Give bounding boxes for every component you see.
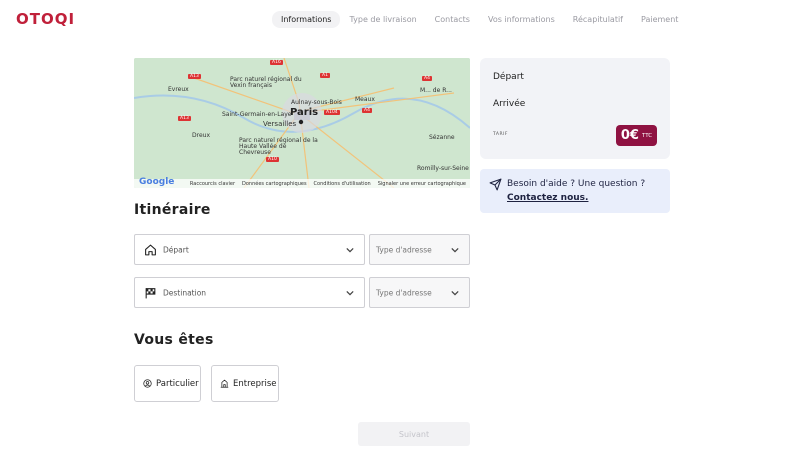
- map-label-aulnay: Aulnay-sous-Bois: [291, 99, 342, 106]
- destination-address-type-select[interactable]: Type d'adresse: [369, 277, 470, 308]
- map-label-evreux: Evreux: [168, 86, 189, 93]
- itinerary-title: Itinéraire: [134, 202, 211, 218]
- map-label-meaux: Meaux: [355, 96, 375, 103]
- home-icon: [145, 244, 156, 255]
- road-tag: A104: [324, 110, 340, 115]
- map-label-dreux: Dreux: [192, 132, 210, 139]
- road-tag: A4: [362, 108, 372, 113]
- road-tag: A10: [266, 157, 279, 162]
- depart-address-field[interactable]: Départ: [134, 234, 365, 265]
- person-icon: [143, 379, 152, 388]
- particulier-option[interactable]: Particulier: [134, 365, 201, 402]
- map-label-pnr-vexin: Parc naturel régional du Vexin français: [230, 76, 302, 89]
- road-tag: A16: [270, 60, 283, 65]
- chevron-down-icon[interactable]: [346, 246, 354, 254]
- map-label-versailles: Versailles: [263, 120, 297, 128]
- summary-tarif-label: TARIF: [493, 132, 509, 137]
- next-button[interactable]: Suivant: [358, 422, 470, 446]
- map-label-sezanne: Sézanne: [429, 134, 455, 141]
- summary-arrivee: Arrivée: [493, 99, 526, 109]
- otoqi-logo[interactable]: OTOQI: [16, 10, 75, 28]
- step-paiement[interactable]: Paiement: [632, 11, 687, 28]
- route-map[interactable]: Paris Versailles Evreux Dreux Saint-Germ…: [134, 58, 470, 188]
- contact-link[interactable]: Contactez nous.: [507, 193, 588, 203]
- destination-address-field[interactable]: Destination: [134, 277, 365, 308]
- step-type-livraison[interactable]: Type de livraison: [340, 11, 425, 28]
- vous-etes-title: Vous êtes: [134, 332, 214, 348]
- price-badge: 0€ TTC: [616, 125, 657, 146]
- map-report-link[interactable]: Signaler une erreur cartographique: [378, 181, 466, 187]
- road-tag: A13: [178, 116, 191, 121]
- chevron-down-icon[interactable]: [451, 289, 459, 297]
- step-informations[interactable]: Informations: [272, 11, 341, 28]
- road-tag: A13: [188, 74, 201, 79]
- map-data-link[interactable]: Données cartographiques: [242, 181, 307, 187]
- map-label-saint-germain: Saint-Germain-en-Laye: [222, 111, 292, 118]
- step-recapitulatif[interactable]: Récapitulatif: [564, 11, 632, 28]
- chevron-down-icon[interactable]: [346, 289, 354, 297]
- step-contacts[interactable]: Contacts: [426, 11, 479, 28]
- help-question: Besoin d'aide ? Une question ?: [507, 179, 646, 189]
- entreprise-option[interactable]: Entreprise: [211, 365, 279, 402]
- send-icon: [489, 178, 502, 191]
- map-label-pnr-chevreuse: Parc naturel régional de la Haute Vallée…: [239, 137, 318, 156]
- depart-label: Départ: [163, 245, 189, 254]
- map-shortcuts-link[interactable]: Raccourcis clavier: [190, 181, 235, 187]
- chevron-down-icon[interactable]: [451, 246, 459, 254]
- road-tag: A1: [320, 73, 330, 78]
- help-card: Besoin d'aide ? Une question ? Contactez…: [480, 169, 670, 213]
- flag-icon: [145, 287, 156, 298]
- destination-label: Destination: [163, 288, 207, 297]
- depart-address-type-select[interactable]: Type d'adresse: [369, 234, 470, 265]
- progress-steps: Informations Type de livraison Contacts …: [272, 11, 687, 28]
- step-vos-informations[interactable]: Vos informations: [479, 11, 564, 28]
- destination-type-placeholder: Type d'adresse: [376, 288, 432, 297]
- map-label-romilly: Romilly-sur-Seine: [417, 165, 469, 172]
- particulier-label: Particulier: [156, 378, 199, 389]
- trip-summary-card: Départ Arrivée TARIF 0€ TTC: [480, 58, 670, 159]
- map-label-marne: M... de R...: [420, 87, 452, 94]
- map-terms-link[interactable]: Conditions d'utilisation: [314, 181, 371, 187]
- price-ttc: TTC: [641, 132, 653, 139]
- google-logo[interactable]: Google: [139, 177, 174, 187]
- summary-depart: Départ: [493, 72, 524, 82]
- map-footer: Raccourcis clavier Données cartographiqu…: [134, 179, 470, 188]
- depart-type-placeholder: Type d'adresse: [376, 245, 432, 254]
- building-icon: [220, 379, 229, 388]
- map-label-paris: Paris: [290, 107, 319, 118]
- road-tag: A4: [422, 76, 432, 81]
- entreprise-label: Entreprise: [233, 378, 277, 389]
- price-amount: 0€: [620, 128, 639, 143]
